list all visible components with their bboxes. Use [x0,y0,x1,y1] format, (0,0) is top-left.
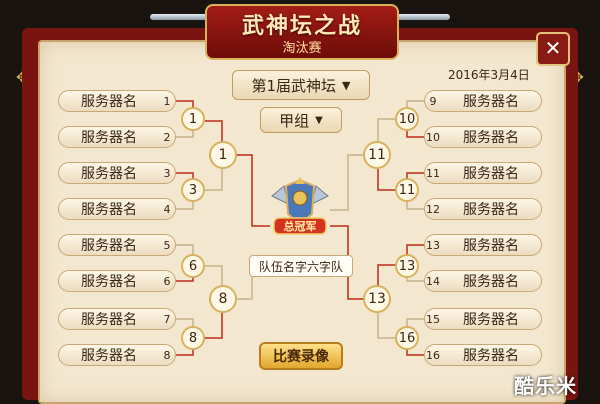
server-slot-16[interactable]: 16 服务器名 [424,344,542,366]
server-slot-2[interactable]: 服务器名 2 [58,126,176,148]
champion-emblem-text: 总冠军 [284,219,317,233]
left-r1-winner-3: 6 [181,254,205,278]
server-name: 服务器名 [81,238,137,254]
server-seed: 13 [426,238,440,252]
server-slot-14[interactable]: 14 服务器名 [424,270,542,292]
server-name: 服务器名 [81,274,137,290]
watermark: 酷乐米 [514,374,577,398]
right-r2-winner-1: 11 [363,141,391,169]
server-seed: 9 [429,94,437,108]
right-r2-winner-2: 13 [363,285,391,313]
server-name: 服务器名 [81,166,137,182]
server-slot-7[interactable]: 服务器名 7 [58,308,176,330]
server-seed: 1 [163,94,171,108]
server-slot-8[interactable]: 服务器名 8 [58,344,176,366]
server-seed: 4 [163,202,171,216]
server-name: 服务器名 [81,348,137,364]
server-seed: 11 [426,166,440,180]
server-seed: 8 [163,348,171,362]
server-name: 服务器名 [463,130,519,146]
server-name: 服务器名 [81,202,137,218]
server-slot-4[interactable]: 服务器名 4 [58,198,176,220]
server-slot-5[interactable]: 服务器名 5 [58,234,176,256]
server-seed: 14 [426,274,440,288]
server-slot-9[interactable]: 9 服务器名 [424,90,542,112]
server-slot-10[interactable]: 10 服务器名 [424,126,542,148]
server-name: 服务器名 [463,238,519,254]
left-r2-winner-1: 1 [209,141,237,169]
left-r1-winner-4: 8 [181,326,205,350]
server-slot-3[interactable]: 服务器名 3 [58,162,176,184]
server-slot-12[interactable]: 12 服务器名 [424,198,542,220]
server-name: 服务器名 [463,312,519,328]
champion-team-name: 队伍名字六字队 [249,255,353,277]
left-r2-winner-2: 8 [209,285,237,313]
right-r1-winner-3: 13 [395,254,419,278]
server-name: 服务器名 [81,130,137,146]
server-slot-6[interactable]: 服务器名 6 [58,270,176,292]
right-r1-winner-1: 10 [395,107,419,131]
server-slot-1[interactable]: 服务器名 1 [58,90,176,112]
server-slot-15[interactable]: 15 服务器名 [424,308,542,330]
server-seed: 10 [426,130,440,144]
left-r1-winner-1: 1 [181,107,205,131]
server-name: 服务器名 [463,274,519,290]
left-r1-winner-2: 3 [181,178,205,202]
server-name: 服务器名 [463,202,519,218]
right-r1-winner-4: 16 [395,326,419,350]
server-seed: 2 [163,130,171,144]
server-name: 服务器名 [81,94,137,110]
right-r1-winner-2: 11 [395,178,419,202]
server-name: 服务器名 [463,94,519,110]
server-name: 服务器名 [463,348,519,364]
server-seed: 3 [163,166,171,180]
server-seed: 6 [163,274,171,288]
server-slot-11[interactable]: 11 服务器名 [424,162,542,184]
match-record-button[interactable]: 比赛录像 [259,342,343,370]
server-seed: 12 [426,202,440,216]
server-name: 服务器名 [81,312,137,328]
server-seed: 5 [163,238,171,252]
server-seed: 7 [163,312,171,326]
server-seed: 16 [426,348,440,362]
champion-trophy-icon: 总冠军 [271,177,329,235]
server-seed: 15 [426,312,440,326]
server-name: 服务器名 [463,166,519,182]
server-slot-13[interactable]: 13 服务器名 [424,234,542,256]
